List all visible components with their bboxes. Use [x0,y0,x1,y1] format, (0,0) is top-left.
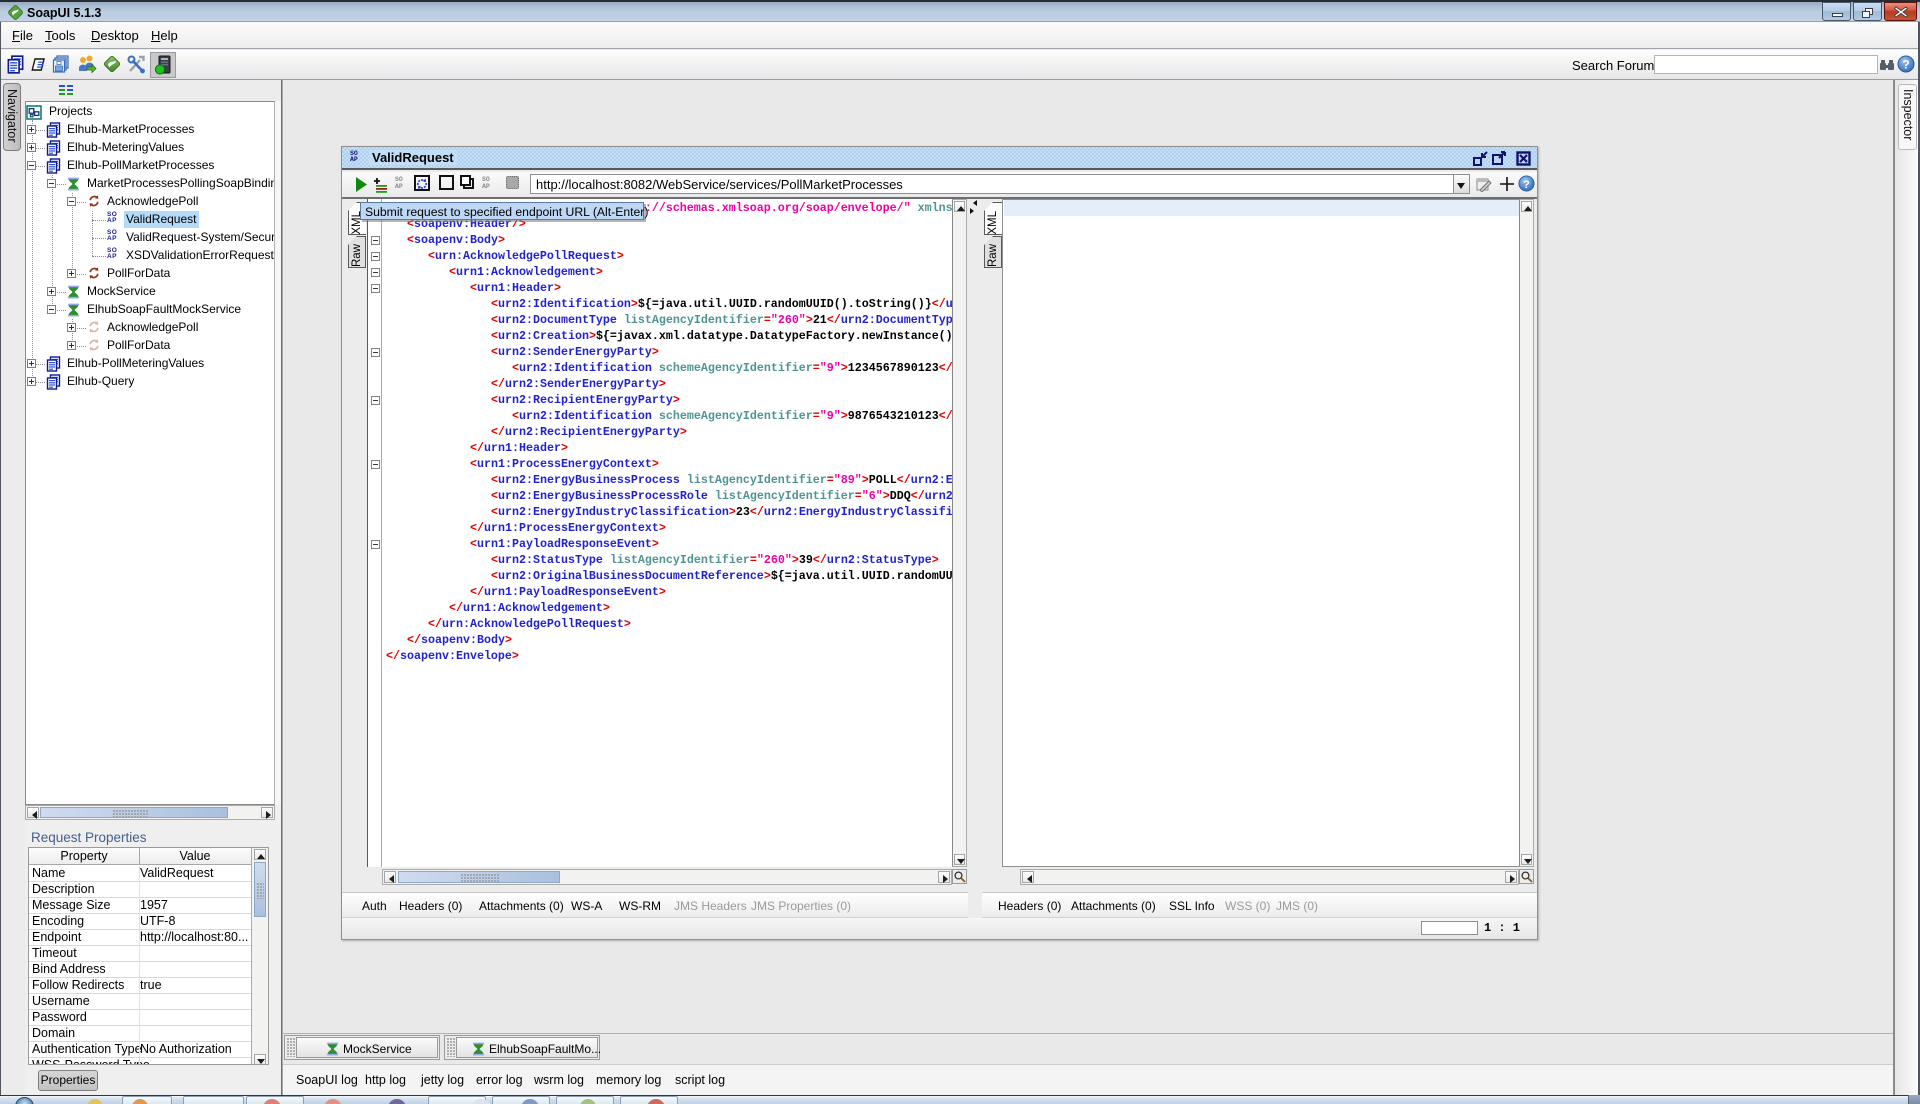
svg-text:?: ? [1523,179,1530,191]
svg-text:?: ? [1902,58,1909,72]
